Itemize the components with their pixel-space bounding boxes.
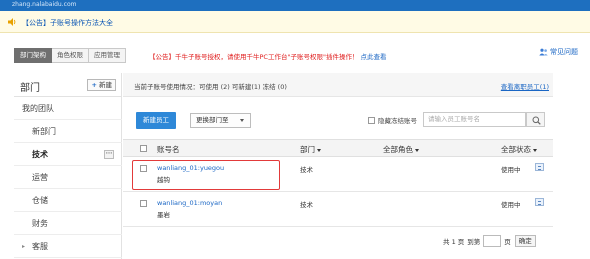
sidebar-item-label: 客服 <box>32 242 48 251</box>
sidebar-header: 部门 + 新建 <box>14 73 122 97</box>
col-account: 账号名 <box>157 145 180 154</box>
pagination: 共 1 页 到第 页 确定 <box>443 235 536 247</box>
plus-icon: + <box>91 81 97 89</box>
hide-frozen-label: 隐藏冻结账号 <box>378 117 417 125</box>
col-role-filter[interactable]: 全部角色 <box>383 144 419 155</box>
view-departed-link[interactable]: 查看离职员工(1) <box>501 81 549 91</box>
page-unit: 页 <box>504 238 511 246</box>
usage-status-bar: 当前子账号使用情况：可使用 (2) 可新建(1) 冻结 (0) 查看离职员工(1… <box>123 73 553 97</box>
department-cell: 技术 <box>300 201 313 209</box>
chevron-down-icon <box>317 148 321 152</box>
account-name-link[interactable]: wanliang_01:moyan <box>157 199 222 207</box>
new-department-button[interactable]: + 新建 <box>87 79 116 91</box>
search-button[interactable] <box>526 112 545 127</box>
announcement: 【公告】千牛子账号授权，请使用千牛PC工作台"子账号权限"插件操作！ 点此查看 <box>149 51 387 61</box>
announcement-text: 【公告】千牛子账号授权，请使用千牛PC工作台"子账号权限"插件操作！ <box>149 53 359 61</box>
sidebar-item-finance[interactable]: 财务 <box>14 213 122 235</box>
hide-frozen-option[interactable]: 隐藏冻结账号 <box>368 115 417 125</box>
tab-role-permissions[interactable]: 角色权限 <box>52 48 89 63</box>
change-department-dropdown[interactable]: 更换部门至 <box>190 113 251 128</box>
total-pages: 共 1 页 <box>443 238 465 246</box>
top-bar-text: zhang.nalabaidu.com <box>12 1 77 8</box>
sidebar-title: 部门 <box>20 83 40 94</box>
chevron-right-icon[interactable]: ▸ <box>22 236 25 258</box>
col-dept-filter[interactable]: 部门 <box>300 144 321 155</box>
col-dept-label: 部门 <box>300 145 315 154</box>
col-status-filter[interactable]: 全部状态 <box>501 144 537 155</box>
sidebar-item-label: 技术 <box>32 150 48 159</box>
sidebar-item-warehouse[interactable]: 仓储 <box>14 190 122 212</box>
sidebar-item-operations[interactable]: 运营 <box>14 167 122 189</box>
confirm-page-button[interactable]: 确定 <box>514 235 536 247</box>
notice-link[interactable]: 【公告】子账号操作方法大全 <box>22 18 113 28</box>
account-nickname: 墨岩 <box>157 211 170 219</box>
tab-app-management[interactable]: 应用管理 <box>89 48 126 63</box>
change-department-label: 更换部门至 <box>196 116 229 124</box>
sidebar-item-customer-service[interactable]: ▸ 客服 <box>14 236 122 258</box>
goto-label: 到第 <box>467 238 481 246</box>
chevron-down-icon <box>240 119 244 122</box>
top-tabs: 部门架构 角色权限 应用管理 <box>14 48 126 63</box>
col-role-label: 全部角色 <box>383 145 413 154</box>
chevron-down-icon <box>533 148 537 152</box>
speaker-icon <box>8 18 16 26</box>
announcement-link[interactable]: 点此查看 <box>361 53 387 61</box>
new-department-label: 新建 <box>99 81 112 89</box>
notice-bar: 【公告】子账号操作方法大全 <box>0 11 590 33</box>
department-cell: 技术 <box>300 166 313 174</box>
more-options-icon[interactable]: ··· <box>104 150 114 159</box>
highlight-box <box>132 160 280 190</box>
top-bar: zhang.nalabaidu.com <box>0 0 590 11</box>
row-checkbox[interactable] <box>140 200 147 207</box>
hide-frozen-checkbox[interactable] <box>368 116 375 124</box>
edit-icon[interactable] <box>535 163 544 171</box>
col-status-label: 全部状态 <box>501 145 531 154</box>
faq-label: 常见问题 <box>550 48 578 56</box>
main-panel: 当前子账号使用情况：可使用 (2) 可新建(1) 冻结 (0) 查看离职员工(1… <box>123 73 590 259</box>
select-all-checkbox[interactable] <box>140 145 147 152</box>
status-cell: 使用中 <box>501 166 521 174</box>
tab-org-structure[interactable]: 部门架构 <box>14 48 52 63</box>
chevron-down-icon <box>415 148 419 152</box>
sidebar-item-new-dept[interactable]: 新部门 <box>14 121 122 143</box>
status-cell: 使用中 <box>501 201 521 209</box>
faq-link[interactable]: 常见问题 <box>539 47 578 57</box>
edit-icon[interactable] <box>535 198 544 206</box>
department-sidebar: 部门 + 新建 我的团队 新部门 技术 ··· 运营 仓储 财务 ▸ 客服 <box>14 73 122 259</box>
table-row: wanliang_01:moyan 墨岩 技术 使用中 <box>123 193 553 227</box>
sidebar-item-tech[interactable]: 技术 ··· <box>14 144 122 166</box>
sidebar-item-my-team[interactable]: 我的团队 <box>14 98 122 120</box>
usage-status-text: 当前子账号使用情况：可使用 (2) 可新建(1) 冻结 (0) <box>134 83 287 91</box>
search-icon <box>532 116 541 125</box>
employee-search-input[interactable]: 请输入员工账号名 <box>423 112 526 127</box>
page-number-input[interactable] <box>483 235 502 247</box>
users-icon <box>539 48 548 56</box>
new-employee-button[interactable]: 新建员工 <box>136 112 176 129</box>
table-header: 账号名 部门 全部角色 全部状态 <box>123 139 553 157</box>
